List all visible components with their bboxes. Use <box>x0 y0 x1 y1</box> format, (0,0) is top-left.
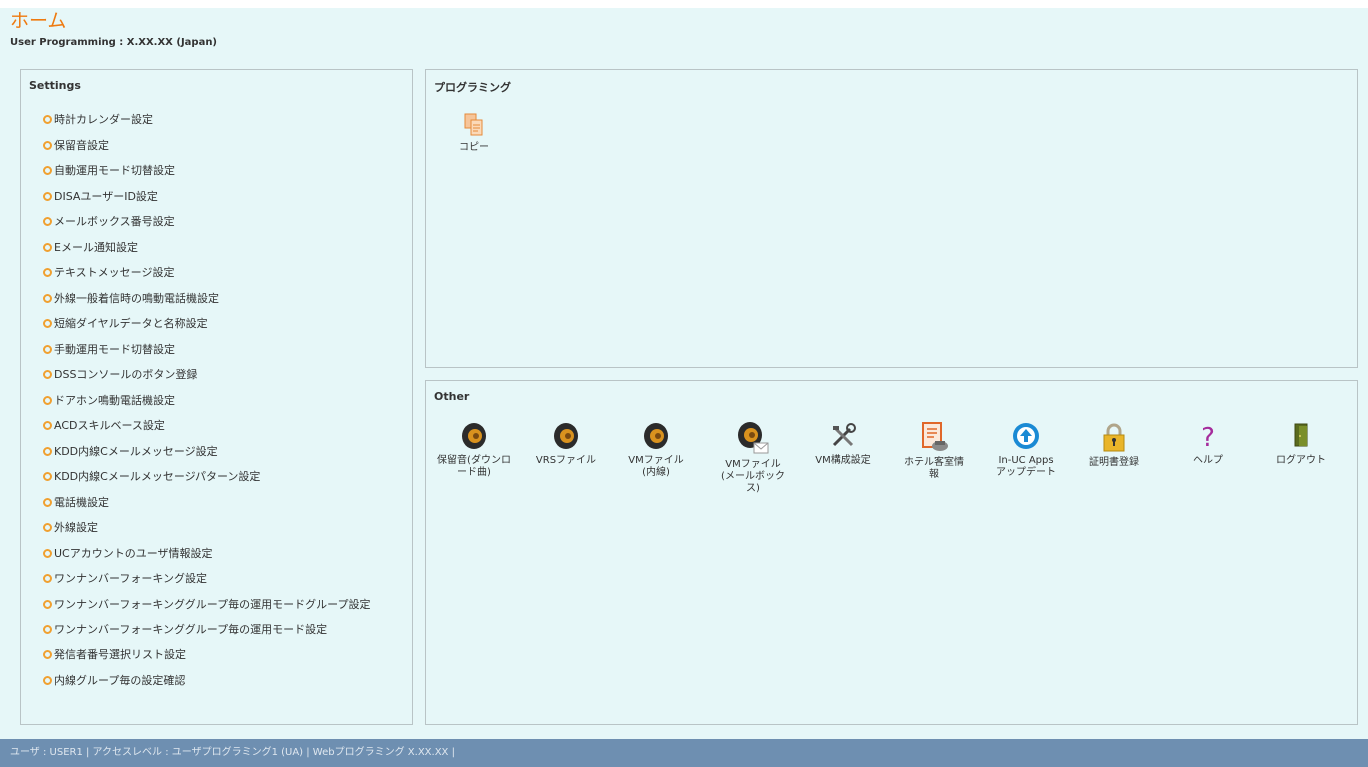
programming-title: プログラミング <box>434 81 511 94</box>
hold-music-download-button[interactable]: 保留音(ダウンロード曲) <box>434 421 514 479</box>
settings-item-kdd-pattern[interactable]: KDD内線Cメールメッセージパターン設定 <box>43 469 388 484</box>
bullet-icon <box>43 650 52 659</box>
settings-item-mailbox-number[interactable]: メールボックス番号設定 <box>43 214 388 229</box>
update-icon <box>1013 423 1039 449</box>
settings-item-manual-mode[interactable]: 手動運用モード切替設定 <box>43 342 388 357</box>
help-icon: ? <box>1201 423 1215 451</box>
settings-item-trunk[interactable]: 外線設定 <box>43 520 388 535</box>
bullet-icon <box>43 599 52 609</box>
bullet-icon <box>43 523 52 532</box>
settings-item-caller-id-list[interactable]: 発信者番号選択リスト設定 <box>43 647 388 662</box>
bullet-icon <box>43 548 52 558</box>
bullet-icon <box>43 242 52 252</box>
settings-panel: Settings 時計カレンダー設定 保留音設定 自動運用モード切替設定 DIS… <box>20 69 413 725</box>
settings-item-phone[interactable]: 電話機設定 <box>43 495 388 510</box>
settings-item-one-number-group-mode-group[interactable]: ワンナンバーフォーキンググループ毎の運用モードグループ設定 <box>43 597 388 612</box>
bullet-icon <box>43 293 52 303</box>
bullet-icon <box>43 574 52 583</box>
lock-icon <box>1103 423 1125 452</box>
bullet-icon <box>43 421 52 430</box>
page-subtitle: User Programming : X.XX.XX (Japan) <box>10 37 218 48</box>
bullet-icon <box>43 624 52 634</box>
settings-item-disa-user[interactable]: DISAユーザーID設定 <box>43 189 388 204</box>
vm-file-mailbox-button[interactable]: VMファイル(メールボックス) <box>713 421 793 495</box>
bullet-icon <box>43 370 52 379</box>
speaker-icon <box>644 423 668 449</box>
settings-item-doorphone[interactable]: ドアホン鳴動電話機設定 <box>43 393 388 408</box>
settings-item-one-number[interactable]: ワンナンバーフォーキング設定 <box>43 571 388 586</box>
svg-text:?: ? <box>1201 423 1215 451</box>
settings-item-one-number-group-mode[interactable]: ワンナンバーフォーキンググループ毎の運用モード設定 <box>43 622 388 637</box>
bullet-icon <box>43 472 52 481</box>
copy-icon <box>464 113 483 136</box>
logout-button[interactable]: ログアウト <box>1261 421 1341 467</box>
settings-item-group-confirm[interactable]: 内線グループ毎の設定確認 <box>43 673 388 688</box>
help-button[interactable]: ? ヘルプ <box>1168 421 1248 467</box>
bullet-icon <box>43 268 52 277</box>
bullet-icon <box>43 344 52 354</box>
bullet-icon <box>43 115 52 124</box>
copy-label: コピー <box>459 142 489 153</box>
other-tiles: 保留音(ダウンロード曲) VRSファイル VMファイル(内線) VMファイル(メ… <box>426 421 1359 541</box>
bullet-icon <box>43 446 52 456</box>
hotel-info-icon <box>922 422 948 451</box>
settings-item-clock-calendar[interactable]: 時計カレンダー設定 <box>43 112 388 127</box>
copy-button[interactable]: コピー <box>454 112 494 154</box>
settings-item-auto-mode[interactable]: 自動運用モード切替設定 <box>43 163 388 178</box>
settings-item-uc-account[interactable]: UCアカウントのユーザ情報設定 <box>43 546 388 561</box>
speaker-mail-icon <box>738 422 769 454</box>
hotel-room-info-button[interactable]: ホテル客室情報 <box>894 421 974 481</box>
vm-file-extension-button[interactable]: VMファイル(内線) <box>616 421 696 479</box>
in-uc-apps-update-button[interactable]: In-UC Apps アップデート <box>986 421 1066 479</box>
settings-item-email-notify[interactable]: Eメール通知設定 <box>43 240 388 255</box>
bullet-icon <box>43 217 52 226</box>
vm-config-button[interactable]: VM構成設定 <box>803 421 883 467</box>
other-panel: Other 保留音(ダウンロード曲) VRSファイル VMファイル(内線) VM… <box>425 380 1358 725</box>
settings-item-hold-music[interactable]: 保留音設定 <box>43 138 388 153</box>
logout-icon <box>1294 423 1308 447</box>
settings-list: 時計カレンダー設定 保留音設定 自動運用モード切替設定 DISAユーザーID設定… <box>43 112 388 698</box>
settings-item-text-message[interactable]: テキストメッセージ設定 <box>43 265 388 280</box>
bullet-icon <box>43 319 52 328</box>
bullet-icon <box>43 140 52 150</box>
settings-title: Settings <box>29 79 81 92</box>
programming-panel: プログラミング コピー <box>425 69 1358 368</box>
page-title: ホーム <box>10 10 67 32</box>
status-text: ユーザ : USER1 | アクセスレベル : ユーザプログラミング1 (UA)… <box>10 747 455 758</box>
vrs-file-button[interactable]: VRSファイル <box>526 421 606 467</box>
settings-item-incoming-ring[interactable]: 外線一般着信時の鳴動電話機設定 <box>43 291 388 306</box>
bullet-icon <box>43 191 52 201</box>
settings-item-acd-skill[interactable]: ACDスキルベース設定 <box>43 418 388 433</box>
bullet-icon <box>43 166 52 175</box>
certificate-register-button[interactable]: 証明書登録 <box>1074 421 1154 469</box>
other-title: Other <box>434 390 470 403</box>
bullet-icon <box>43 675 52 685</box>
top-strip <box>0 0 1368 8</box>
bullet-icon <box>43 497 52 507</box>
settings-item-speed-dial[interactable]: 短縮ダイヤルデータと名称設定 <box>43 316 388 331</box>
status-bar: ユーザ : USER1 | アクセスレベル : ユーザプログラミング1 (UA)… <box>0 739 1368 767</box>
settings-item-kdd-message[interactable]: KDD内線Cメールメッセージ設定 <box>43 444 388 459</box>
settings-item-dss-console[interactable]: DSSコンソールのボタン登録 <box>43 367 388 382</box>
speaker-icon <box>554 423 578 449</box>
tools-icon <box>832 423 856 447</box>
speaker-icon <box>462 423 486 449</box>
bullet-icon <box>43 395 52 405</box>
